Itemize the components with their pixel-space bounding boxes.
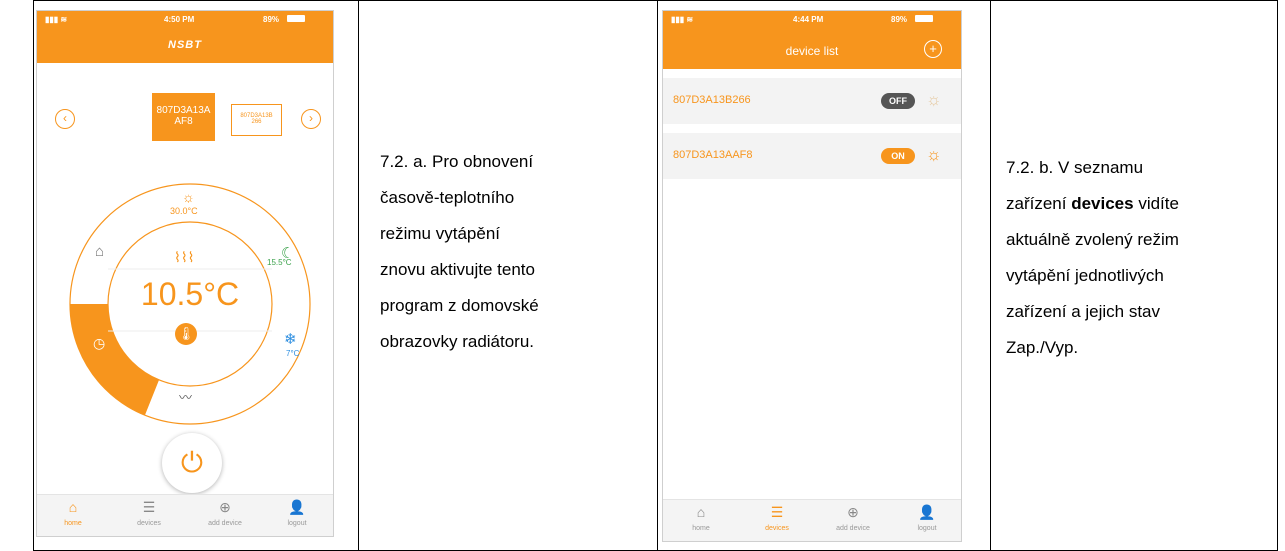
- status-time: 4:50 PM: [164, 15, 195, 24]
- tab-label: logout: [287, 520, 307, 527]
- device-chip-selected[interactable]: 807D3A13A AF8: [152, 93, 215, 141]
- tab-home[interactable]: ⌂ home: [43, 499, 103, 527]
- tab-label: devices: [137, 520, 161, 527]
- home-icon: ⌂: [696, 504, 706, 520]
- text-line: aktuálně zvolený režim: [1006, 230, 1179, 249]
- sun-icon: ☼: [926, 145, 942, 164]
- text-line: Zap./Vyp.: [1006, 338, 1079, 357]
- table-border: [358, 0, 359, 551]
- list-icon: ☰: [142, 499, 156, 515]
- tab-label: logout: [917, 525, 937, 532]
- battery-icon: [287, 15, 305, 22]
- plus-circle-icon: ⊕: [847, 504, 859, 520]
- table-border: [33, 0, 34, 551]
- devices-term: devices: [1071, 194, 1134, 213]
- plus-circle-icon: ⊕: [219, 499, 231, 515]
- device-chip-line2: AF8: [174, 116, 193, 127]
- text-line: zařízení devices vidíte: [1006, 186, 1179, 222]
- power-toggle[interactable]: OFF: [881, 93, 915, 109]
- signal-icon: ▮▮▮ ≋: [45, 15, 68, 24]
- prev-device-button[interactable]: ‹: [55, 109, 75, 129]
- tab-label: home: [692, 525, 710, 532]
- text-line: zařízení a jejich stav: [1006, 302, 1161, 321]
- text-line: vytápění jednotlivých: [1006, 266, 1164, 285]
- tab-bar: ⌂ home ☰ devices ⊕ add device 👤 logout: [663, 499, 961, 541]
- instruction-text-b: 7.2. b. V seznamu zařízení devices vidít…: [1006, 150, 1179, 366]
- device-row[interactable]: 807D3A13B266 OFF ☼: [663, 78, 961, 124]
- status-battery: 89%: [891, 15, 908, 24]
- text-line: program z domovské: [380, 296, 539, 315]
- tab-label: home: [64, 520, 82, 527]
- battery-icon: [915, 15, 933, 22]
- tab-bar: ⌂ home ☰ devices ⊕ add device 👤 logout: [37, 494, 333, 536]
- user-icon: 👤: [288, 499, 306, 515]
- text-fragment: vidíte: [1133, 194, 1179, 213]
- text-line: obrazovky radiátoru.: [380, 332, 535, 351]
- thermometer-icon[interactable]: 🌡: [175, 323, 197, 345]
- comfort-temp: 30.0°C: [170, 206, 198, 216]
- text-fragment: zařízení: [1006, 194, 1072, 213]
- tab-label: devices: [765, 525, 789, 532]
- tab-label: add device: [208, 520, 242, 527]
- device-chip-line1: 807D3A13A: [156, 105, 211, 116]
- next-device-button[interactable]: ›: [301, 109, 321, 129]
- clock-icon[interactable]: ◷: [93, 335, 105, 352]
- tab-logout[interactable]: 👤 logout: [897, 504, 957, 532]
- signal-icon: ▮▮▮ ≋: [671, 15, 694, 24]
- device-name: 807D3A13B266: [673, 94, 751, 106]
- user-icon: 👤: [918, 504, 936, 520]
- text-line: časově-teplotního: [380, 188, 515, 207]
- tab-add-device[interactable]: ⊕ add device: [195, 499, 255, 527]
- left-phone-screen: ▮▮▮ ≋ 4:50 PM 89% NSBT ‹ 807D3A13A AF8 8…: [36, 10, 334, 537]
- text-line: znovu aktivujte tento: [380, 260, 535, 279]
- tab-devices[interactable]: ☰ devices: [119, 499, 179, 527]
- device-chip[interactable]: 807D3A13B 266: [231, 104, 282, 136]
- device-name: 807D3A13AAF8: [673, 149, 753, 161]
- tab-home[interactable]: ⌂ home: [671, 504, 731, 532]
- table-border: [990, 0, 991, 551]
- right-phone-screen: ▮▮▮ ≋ 4:44 PM 89% device list + 807D3A13…: [662, 10, 962, 542]
- table-border: [657, 0, 658, 551]
- text-line: 7.2. a. Pro obnovení: [380, 152, 534, 171]
- device-row[interactable]: 807D3A13AAF8 ON ☼: [663, 133, 961, 179]
- antifreeze-temp: 7°C: [286, 349, 300, 358]
- home-icon: ⌂: [68, 499, 78, 515]
- device-chip-line2: 266: [251, 119, 262, 125]
- brand-logo: NSBT: [168, 39, 202, 51]
- text-line: režimu vytápění: [380, 224, 500, 243]
- status-time: 4:44 PM: [793, 15, 824, 24]
- text-line: 7.2. b. V seznamu: [1006, 158, 1144, 177]
- tab-label: add device: [836, 525, 870, 532]
- list-icon: ☰: [770, 504, 784, 520]
- tab-add-device[interactable]: ⊕ add device: [823, 504, 883, 532]
- table-top-border: [33, 0, 1278, 1]
- add-device-button[interactable]: +: [924, 40, 942, 58]
- power-button[interactable]: ⏻: [162, 433, 222, 493]
- status-battery: 89%: [263, 15, 280, 24]
- sun-icon: ☼: [926, 90, 942, 109]
- home-mode-icon[interactable]: ⌂: [95, 243, 104, 260]
- tab-devices[interactable]: ☰ devices: [747, 504, 807, 532]
- status-bar: ▮▮▮ ≋ 4:44 PM 89%: [663, 11, 961, 27]
- table-border: [1277, 0, 1278, 551]
- snowflake-icon[interactable]: ❄: [284, 330, 297, 348]
- instruction-text-a: 7.2. a. Pro obnovení časově-teplotního r…: [380, 144, 539, 360]
- status-bar: ▮▮▮ ≋ 4:50 PM 89%: [37, 11, 333, 27]
- heater-icon: ⌇⌇⌇: [174, 249, 195, 265]
- tab-logout[interactable]: 👤 logout: [267, 499, 327, 527]
- sun-icon[interactable]: ☼: [182, 189, 195, 205]
- page-title: device list: [785, 44, 839, 58]
- current-temperature: 10.5°C: [140, 276, 240, 312]
- power-toggle[interactable]: ON: [881, 148, 915, 164]
- wifi-mode-icon[interactable]: 〰: [179, 387, 192, 406]
- eco-temp: 15.5°C: [267, 258, 292, 267]
